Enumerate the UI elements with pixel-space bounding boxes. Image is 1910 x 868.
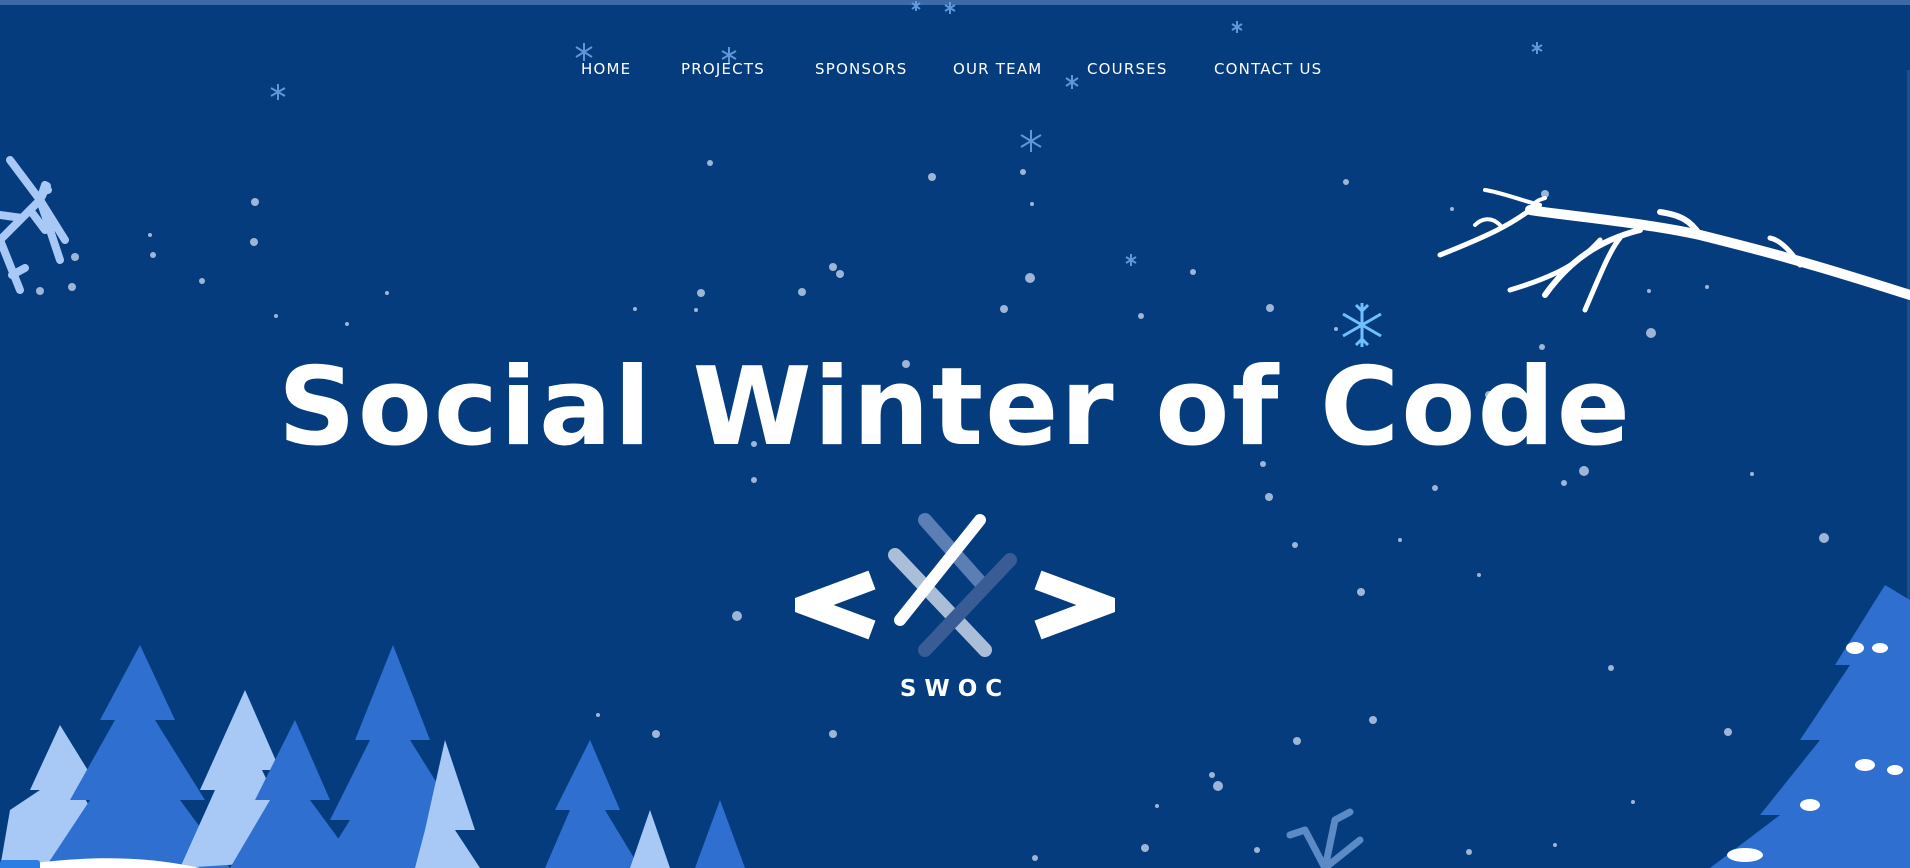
bottom-plant — [1286, 808, 1364, 868]
snowflake-icons — [270, 1, 1543, 266]
main-navbar: HOME PROJECTS SPONSORS OUR TEAM COURSES … — [0, 56, 1910, 82]
logo-text: SWOC — [899, 676, 1011, 702]
big-snowflake-icon — [1342, 303, 1382, 347]
hero-title: Social Winter of Code — [277, 345, 1633, 470]
top-border — [0, 0, 1910, 5]
nav-sponsors-link[interactable]: SPONSORS — [815, 56, 907, 82]
nav-contact-us-link[interactable]: CONTACT US — [1214, 56, 1322, 82]
swoc-logo-icon — [795, 513, 1115, 657]
corner-button[interactable] — [0, 860, 40, 868]
nav-our-team-link[interactable]: OUR TEAM — [953, 56, 1042, 82]
nav-courses-link[interactable]: COURSES — [1087, 56, 1168, 82]
nav-projects-link[interactable]: PROJECTS — [681, 56, 765, 82]
corner-snowflake-icon — [0, 156, 69, 294]
nav-home-link[interactable]: HOME — [581, 56, 631, 82]
snowy-branch — [1437, 188, 1910, 313]
pine-tree-right — [1710, 585, 1910, 868]
